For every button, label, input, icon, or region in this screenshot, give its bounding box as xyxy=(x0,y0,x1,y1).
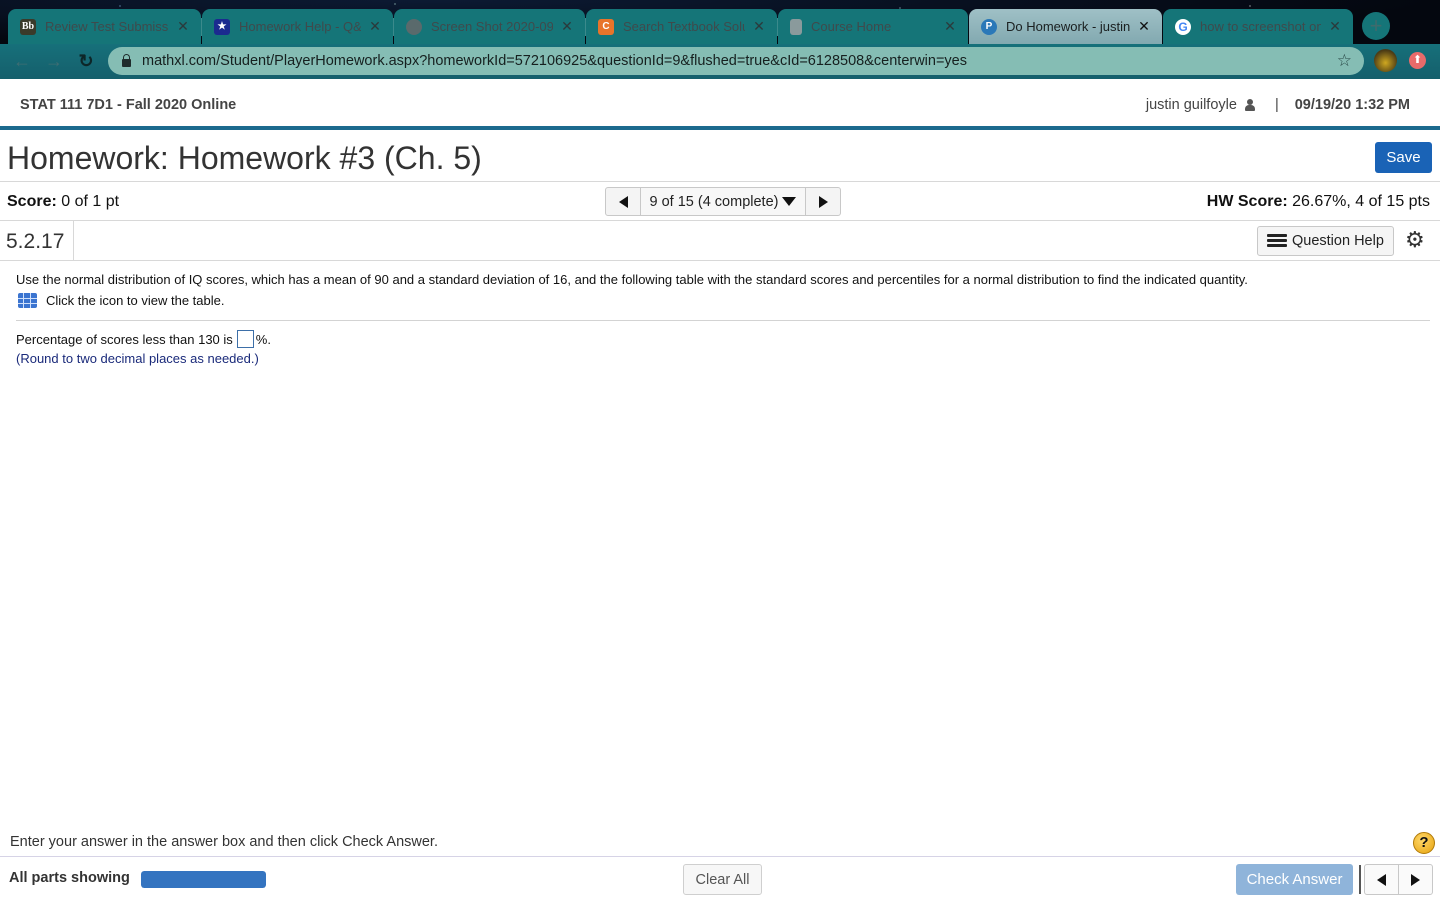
list-icon xyxy=(1267,234,1287,248)
pearson-icon: P xyxy=(981,18,997,35)
tab-label: Homework Help - Q&A xyxy=(239,19,361,34)
parts-progress-fill xyxy=(141,871,266,888)
arrow-left-icon xyxy=(618,195,628,208)
globe-icon xyxy=(406,18,422,35)
address-bar[interactable]: mathxl.com/Student/PlayerHomework.aspx?h… xyxy=(108,47,1364,75)
table-grid-icon[interactable] xyxy=(18,293,37,308)
hw-score: HW Score: 26.67%, 4 of 15 pts xyxy=(1207,193,1430,211)
footer-question-pager xyxy=(1364,864,1433,895)
save-button[interactable]: Save xyxy=(1375,142,1432,173)
next-button[interactable] xyxy=(1398,865,1432,894)
tab-label: Search Textbook Solu xyxy=(623,19,745,34)
url-text: mathxl.com/Student/PlayerHomework.aspx?h… xyxy=(142,53,967,69)
parts-progress-bar xyxy=(141,871,266,888)
homework-header: Homework: Homework #3 (Ch. 5) Save xyxy=(0,134,1440,182)
blackboard-icon: Bb xyxy=(20,18,36,35)
question-body: Use the normal distribution of IQ scores… xyxy=(16,272,1430,366)
check-answer-button[interactable]: Check Answer xyxy=(1236,864,1353,895)
close-icon[interactable]: ✕ xyxy=(175,18,191,35)
user-name[interactable]: justin guilfoyle xyxy=(1146,97,1237,113)
browser-tab-google[interactable]: G how to screenshot on ✕ xyxy=(1163,9,1353,44)
reload-button[interactable]: ↻ xyxy=(74,50,98,74)
answer-line: Percentage of scores less than 130 is %. xyxy=(16,329,1430,349)
datetime: 09/19/20 1:32 PM xyxy=(1294,97,1410,113)
close-icon[interactable]: ✕ xyxy=(1327,18,1343,35)
caret-down-icon xyxy=(782,197,797,206)
course-header: STAT 111 7D1 - Fall 2020 Online justin g… xyxy=(0,79,1440,130)
arrow-right-icon xyxy=(818,195,828,208)
close-icon[interactable]: ✕ xyxy=(751,18,767,35)
arrow-right-icon xyxy=(1411,873,1420,886)
user-icon xyxy=(1244,99,1255,111)
rounding-hint: (Round to two decimal places as needed.) xyxy=(16,351,259,366)
close-icon[interactable]: ✕ xyxy=(559,18,575,35)
table-link-text: Click the icon to view the table. xyxy=(46,293,225,308)
user-area: justin guilfoyle | 09/19/20 1:32 PM xyxy=(1146,97,1410,113)
bookmark-star-icon[interactable]: ☆ xyxy=(1337,51,1352,71)
hw-score-value: 26.67%, 4 of 15 pts xyxy=(1292,193,1430,210)
star-shield-icon: ★ xyxy=(214,18,230,35)
tab-label: Screen Shot 2020-09 xyxy=(431,19,553,34)
question-id: 5.2.17 xyxy=(0,221,74,260)
question-help-button[interactable]: Question Help xyxy=(1257,226,1394,256)
question-toolbar: 5.2.17 Question Help ⚙ xyxy=(0,221,1440,261)
separator xyxy=(1359,865,1361,894)
extension-icon[interactable]: ⬆ xyxy=(1409,52,1426,69)
browser-toolbar: ← → ↻ mathxl.com/Student/PlayerHomework.… xyxy=(0,44,1440,79)
page-title: Homework: Homework #3 (Ch. 5) xyxy=(7,140,482,176)
hw-score-label: HW Score: xyxy=(1206,193,1288,210)
browser-tab-homework-help[interactable]: ★ Homework Help - Q&A ✕ xyxy=(202,9,393,44)
back-button[interactable]: ← xyxy=(10,50,34,74)
question-prompt: Use the normal distribution of IQ scores… xyxy=(16,272,1248,287)
score-value: 0 of 1 pt xyxy=(61,193,120,210)
divider xyxy=(16,320,1430,321)
browser-tab-chegg[interactable]: C Search Textbook Solu ✕ xyxy=(586,9,777,44)
separator: | xyxy=(1274,97,1279,113)
question-position: 9 of 15 (4 complete) xyxy=(649,193,779,210)
forward-button[interactable]: → xyxy=(42,50,66,74)
tab-label: Do Homework - justin xyxy=(1006,19,1130,34)
help-icon[interactable]: ? xyxy=(1413,832,1435,854)
chegg-icon: C xyxy=(598,18,614,35)
book-icon xyxy=(790,18,802,35)
close-icon[interactable]: ✕ xyxy=(367,18,383,35)
score-row: Score: 0 of 1 pt 9 of 15 (4 complete) HW… xyxy=(0,182,1440,221)
close-icon[interactable]: ✕ xyxy=(1136,18,1152,35)
browser-tab-do-homework[interactable]: P Do Homework - justin ✕ xyxy=(969,9,1162,44)
instruction-text: Enter your answer in the answer box and … xyxy=(10,834,438,850)
score-label: Score: xyxy=(7,193,57,210)
question-help-label: Question Help xyxy=(1292,233,1384,249)
clear-all-button[interactable]: Clear All xyxy=(683,864,762,895)
browser-tab-course-home[interactable]: Course Home ✕ xyxy=(778,9,968,44)
next-question-button[interactable] xyxy=(806,188,840,215)
gear-icon[interactable]: ⚙ xyxy=(1405,228,1425,252)
close-icon[interactable]: ✕ xyxy=(942,18,958,35)
browser-tab-review-test[interactable]: Bb Review Test Submissio ✕ xyxy=(8,9,201,44)
lock-icon xyxy=(122,53,131,67)
new-tab-button[interactable]: + xyxy=(1362,12,1390,40)
question-navigator: 9 of 15 (4 complete) xyxy=(605,187,841,216)
browser-tab-screenshot[interactable]: Screen Shot 2020-09 ✕ xyxy=(394,9,585,44)
answer-prefix: Percentage of scores less than 130 is xyxy=(16,331,233,347)
footer-bar: All parts showing Clear All Check Answer xyxy=(0,856,1440,900)
tab-label: how to screenshot on xyxy=(1200,19,1321,34)
view-table-link: Click the icon to view the table. xyxy=(16,293,1430,308)
browser-tab-strip: Bb Review Test Submissio ✕ ★ Homework He… xyxy=(0,0,1440,44)
parts-label: All parts showing xyxy=(9,870,130,886)
course-title: STAT 111 7D1 - Fall 2020 Online xyxy=(20,97,237,113)
answer-suffix: %. xyxy=(255,331,271,347)
previous-button[interactable] xyxy=(1365,865,1398,894)
previous-question-button[interactable] xyxy=(606,188,640,215)
tab-label: Course Home xyxy=(811,19,892,34)
google-icon: G xyxy=(1175,18,1191,35)
tab-label: Review Test Submissio xyxy=(45,19,169,34)
profile-avatar[interactable] xyxy=(1374,49,1397,72)
arrow-left-icon xyxy=(1377,873,1386,886)
question-score: Score: 0 of 1 pt xyxy=(7,193,119,211)
answer-input[interactable] xyxy=(236,330,254,348)
question-select-dropdown[interactable]: 9 of 15 (4 complete) xyxy=(640,188,806,215)
